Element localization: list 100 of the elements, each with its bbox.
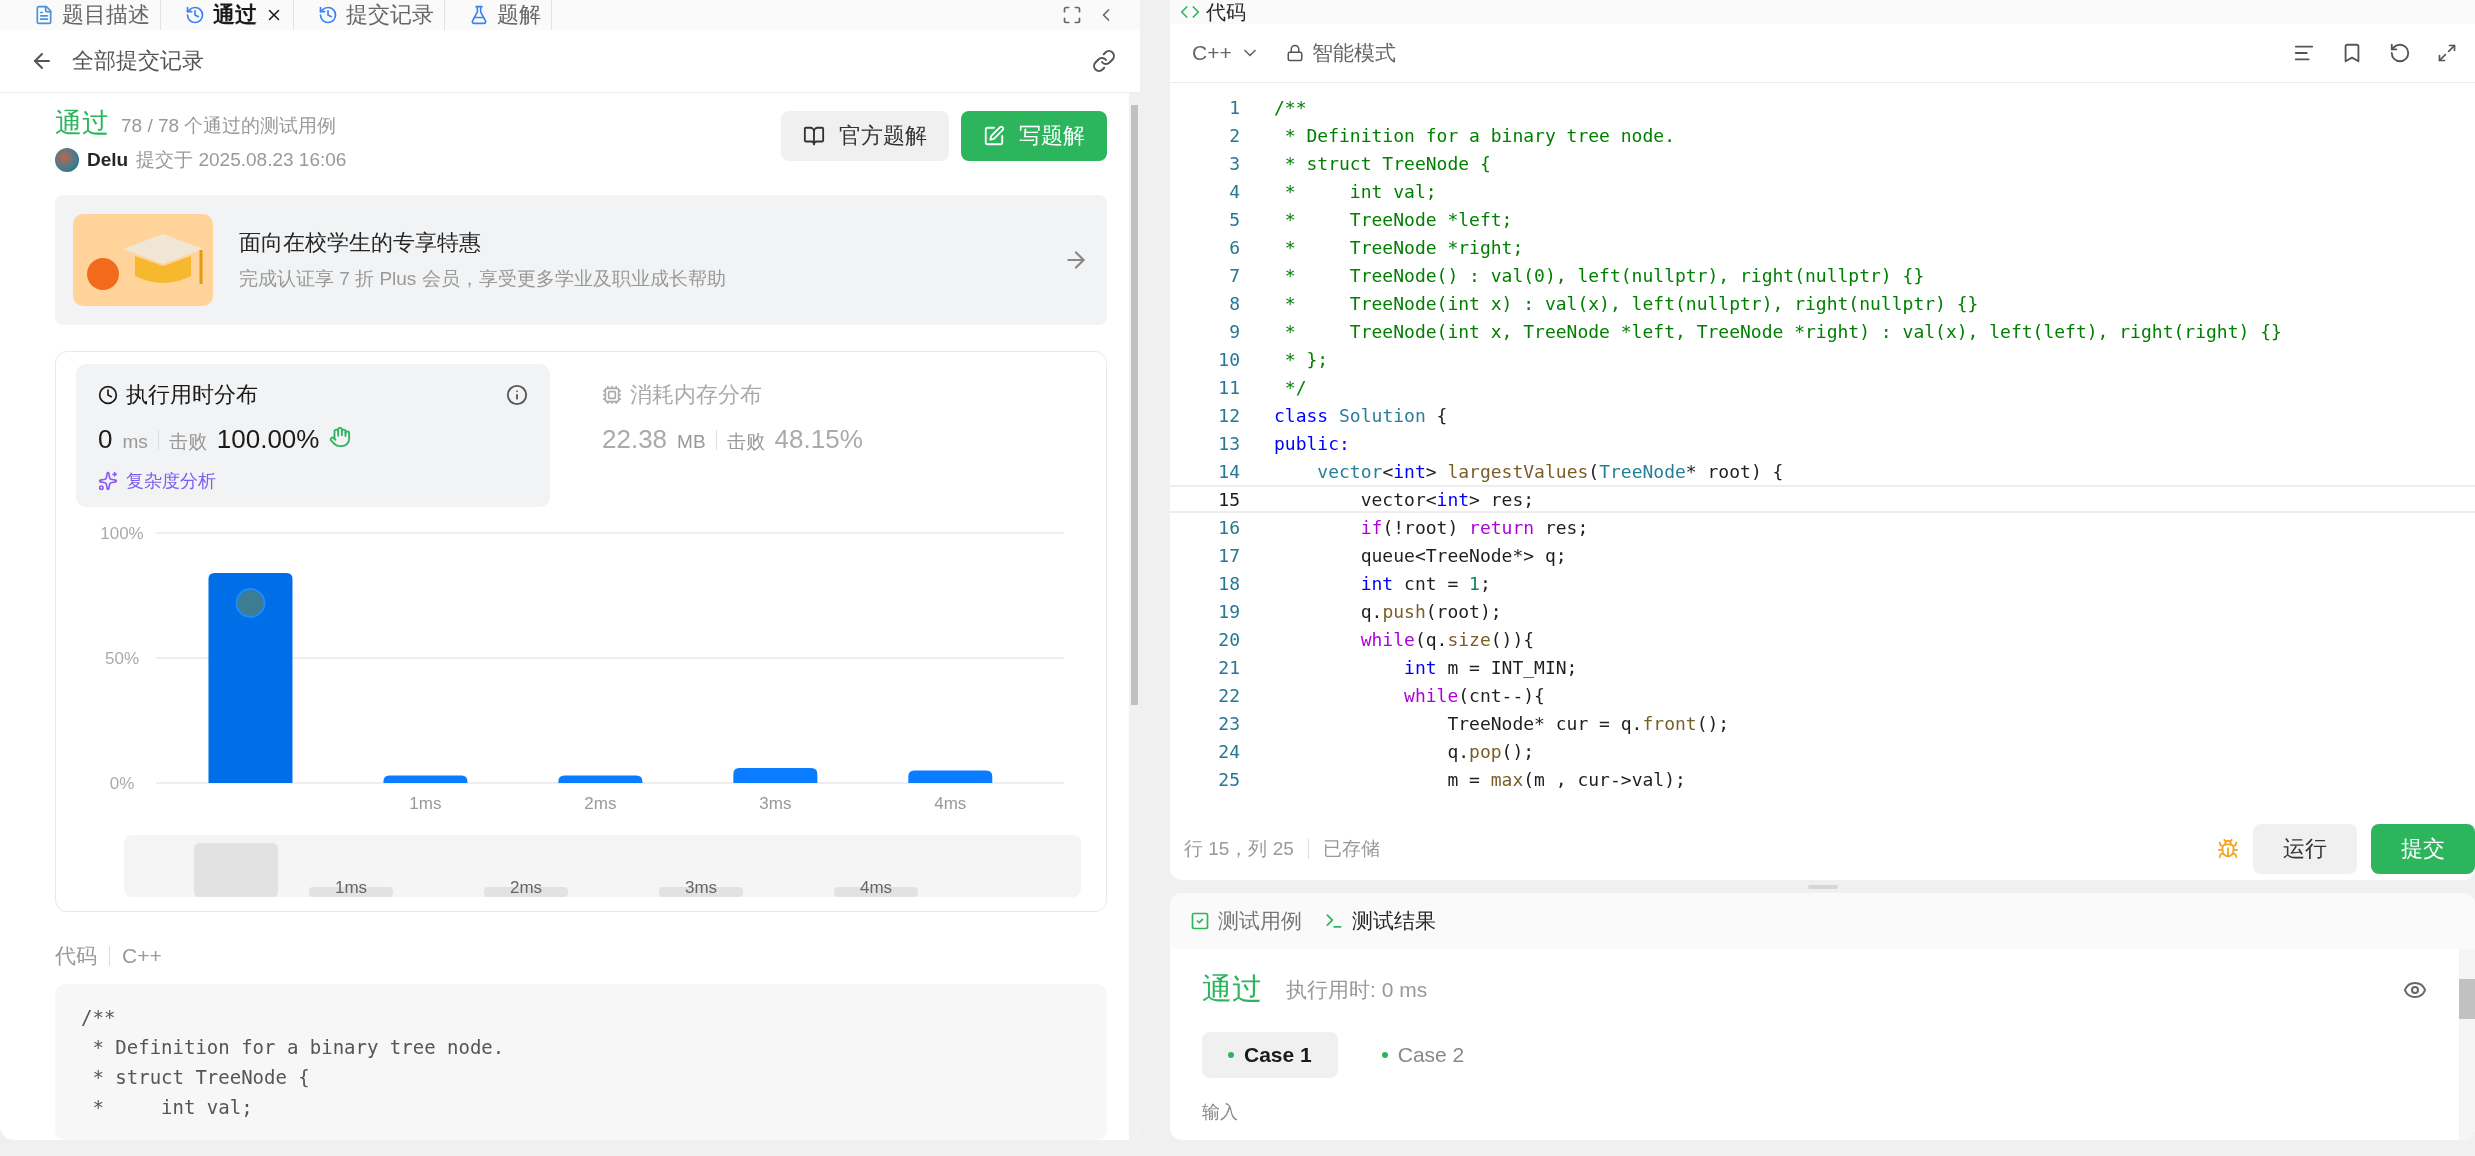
line-number: 7 bbox=[1228, 264, 1241, 286]
language-dropdown[interactable]: C++ bbox=[1184, 41, 1268, 65]
code-line: m = max(m , cur->val); bbox=[1446, 768, 1686, 790]
code-line: while(q.size()){ bbox=[1359, 628, 1535, 650]
scrollbar[interactable] bbox=[2459, 949, 2475, 1140]
panel-tab[interactable]: 题解 bbox=[459, 0, 552, 30]
code-line: * TreeNode(int x, TreeNode *left, TreeNode *right) : val(x), left(left), right(right) {} bbox=[1283, 320, 2282, 342]
book-icon bbox=[803, 125, 825, 147]
line-number: 22 bbox=[1217, 684, 1241, 706]
clock-icon bbox=[98, 385, 118, 405]
line-number: 25 bbox=[1217, 768, 1241, 790]
stat-value: 0 bbox=[98, 424, 113, 455]
lock-icon bbox=[1285, 44, 1304, 62]
link-icon[interactable] bbox=[1092, 49, 1116, 73]
brush-label: 2ms bbox=[509, 878, 543, 897]
sparkle-icon bbox=[98, 471, 118, 491]
brush-label: 1ms bbox=[334, 878, 368, 897]
complexity-link[interactable]: 复杂度分析 bbox=[98, 469, 528, 493]
runtime-text: 执行用时: 0 ms bbox=[1286, 976, 1428, 1003]
panel-tab[interactable]: 测试用例 bbox=[1190, 907, 1314, 935]
line-number: 2 bbox=[1228, 124, 1241, 146]
cursor-position: 行 15，列 25 bbox=[1184, 837, 1294, 861]
panel-tab[interactable]: 通过 bbox=[175, 0, 294, 30]
axis-label: 100% bbox=[100, 524, 144, 543]
code-line: * Definition for a binary tree node. bbox=[1283, 124, 1675, 146]
save-status: 已存储 bbox=[1322, 837, 1380, 861]
case-tab[interactable]: Case 2 bbox=[1355, 1032, 1491, 1078]
stat-value: 22.38 bbox=[602, 424, 668, 455]
code-line: * struct TreeNode { bbox=[1283, 152, 1491, 174]
code-line: int cnt = 1; bbox=[1359, 572, 1491, 594]
panel-tab[interactable]: 代码 bbox=[1206, 0, 1246, 26]
chip-icon bbox=[602, 385, 622, 405]
line-number: 21 bbox=[1217, 656, 1241, 678]
flask-icon bbox=[469, 5, 489, 25]
run-button[interactable]: 运行 bbox=[2253, 824, 2357, 874]
stat-card[interactable]: 执行用时分布 0 ms 击败 100.00% 复杂度分析 bbox=[76, 364, 550, 507]
line-number: 16 bbox=[1217, 516, 1241, 538]
code-line: * TreeNode *left; bbox=[1283, 208, 1513, 230]
line-number: 8 bbox=[1228, 292, 1241, 314]
stat-unit: ms bbox=[122, 431, 148, 453]
code-line: q.push(root); bbox=[1359, 600, 1502, 622]
result-status: 通过 bbox=[1202, 971, 1262, 1007]
case-tab[interactable]: Case 1 bbox=[1202, 1032, 1338, 1078]
beat-label: 击败 bbox=[726, 430, 765, 454]
chart-brush[interactable]: 1ms 2ms 3ms 4ms bbox=[124, 835, 1081, 897]
code-label: 代码 bbox=[55, 943, 97, 969]
history-icon bbox=[318, 5, 338, 25]
axis-label: 50% bbox=[105, 649, 139, 668]
info-icon[interactable] bbox=[506, 384, 528, 406]
code-line: * }; bbox=[1283, 348, 1329, 370]
code-line: class Solution { bbox=[1274, 404, 1448, 426]
beat-percent: 48.15% bbox=[774, 424, 863, 455]
brush-label: 3ms bbox=[684, 878, 718, 897]
line-number: 11 bbox=[1217, 376, 1241, 398]
back-link[interactable]: 全部提交记录 bbox=[72, 46, 204, 76]
code-line: queue<TreeNode*> q; bbox=[1359, 544, 1567, 566]
promo-banner[interactable]: 面向在校学生的专享特惠 完成认证享 7 折 Plus 会员，享受更多学业及职业成长帮助 bbox=[55, 195, 1107, 325]
code-line: vector<int> largestValues(TreeNode* root) { bbox=[1316, 460, 1784, 482]
code-line: * TreeNode(int x) : val(x), left(nullptr), right(nullptr) {} bbox=[1283, 292, 1979, 314]
submit-time: 提交于 2025.08.23 16:06 bbox=[136, 148, 347, 172]
stat-title: 消耗内存分布 bbox=[630, 381, 762, 409]
official-solution-button[interactable]: 官方题解 bbox=[781, 111, 949, 161]
mode-label: 智能模式 bbox=[1311, 40, 1396, 66]
panel-tab[interactable]: 提交记录 bbox=[308, 0, 445, 30]
line-number: 17 bbox=[1217, 544, 1241, 566]
user-name[interactable]: Delu bbox=[87, 149, 129, 171]
expand-icon bbox=[2437, 43, 2457, 63]
line-number: 5 bbox=[1228, 208, 1241, 230]
line-number: 13 bbox=[1217, 432, 1241, 454]
line-number: 1 bbox=[1228, 96, 1241, 118]
input-label: 输入 bbox=[1202, 1101, 1239, 1124]
beat-label: 击败 bbox=[168, 430, 207, 454]
resize-handle[interactable] bbox=[1807, 884, 1838, 889]
panel-tab[interactable]: 题目描述 bbox=[24, 0, 161, 30]
line-number: 14 bbox=[1217, 460, 1241, 482]
line-number: 19 bbox=[1217, 600, 1241, 622]
line-number: 18 bbox=[1217, 572, 1241, 594]
code-line: TreeNode* cur = q.front(); bbox=[1446, 712, 1730, 734]
code-line: * int val; bbox=[1283, 180, 1437, 202]
axis-label: 0% bbox=[109, 774, 135, 793]
brush-label: 4ms bbox=[859, 878, 893, 897]
language-label: C++ bbox=[122, 944, 162, 968]
line-number: 9 bbox=[1228, 320, 1241, 342]
code-line: */ bbox=[1283, 376, 1307, 398]
code-line: * struct TreeNode { bbox=[91, 1065, 311, 1090]
undo-icon bbox=[2389, 42, 2411, 64]
axis-label: 3ms bbox=[759, 794, 792, 813]
stat-card[interactable]: 消耗内存分布 22.38 MB 击败 48.15% bbox=[580, 364, 1054, 507]
line-number: 12 bbox=[1217, 404, 1241, 426]
axis-label: 4ms bbox=[934, 794, 967, 813]
checkbox-icon bbox=[1190, 911, 1210, 931]
promo-subtitle: 完成认证享 7 折 Plus 会员，享受更多学业及职业成长帮助 bbox=[239, 267, 727, 291]
line-number: 24 bbox=[1217, 740, 1241, 762]
clap-icon bbox=[329, 426, 352, 448]
line-number: 3 bbox=[1228, 152, 1241, 174]
scrollbar[interactable] bbox=[1129, 93, 1140, 1140]
fullscreen-icon[interactable] bbox=[1062, 5, 1082, 25]
promo-title: 面向在校学生的专享特惠 bbox=[239, 229, 482, 257]
code-line: if(!root) return res; bbox=[1359, 516, 1589, 538]
panel-tab[interactable]: 测试结果 bbox=[1324, 907, 1448, 935]
